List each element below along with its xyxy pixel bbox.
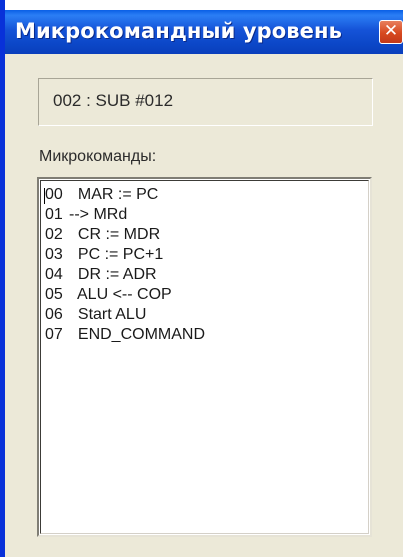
microcommand-window: Микрокомандный уровень ✕ 002 : SUB #012 …	[0, 0, 403, 557]
microcommand-number: 01	[45, 206, 63, 223]
microcommand-text: Start ALU	[69, 306, 147, 323]
microcommand-text: --> MRd	[69, 206, 128, 223]
microcommand-number: 04	[45, 266, 63, 283]
microcommands-list-inner: 00 MAR := PC 01 --> MRd 02 CR := MDR 03 …	[40, 180, 369, 534]
microcommand-number: 07	[45, 326, 63, 343]
microcommand-number: 00	[45, 186, 63, 203]
microcommand-text: ALU <-- COP	[69, 286, 172, 303]
title-bar[interactable]: Микрокомандный уровень ✕	[5, 10, 403, 54]
microcommand-number: 02	[45, 226, 63, 243]
microcommand-number: 05	[45, 286, 63, 303]
current-command-text: 002 : SUB #012	[53, 91, 174, 110]
microcommand-number: 06	[45, 306, 63, 323]
microcommands-list[interactable]: 00 MAR := PC 01 --> MRd 02 CR := MDR 03 …	[37, 177, 372, 537]
microcommand-text: DR := ADR	[69, 266, 157, 283]
microcommand-text: CR := MDR	[69, 226, 161, 243]
microcommand-text: PC := PC+1	[69, 246, 164, 263]
microcommand-text: END_COMMAND	[69, 326, 206, 343]
window-title: Микрокомандный уровень	[15, 19, 343, 43]
current-command-field: 002 : SUB #012	[38, 78, 373, 126]
close-button[interactable]: ✕	[379, 20, 403, 44]
microcommand-number: 03	[45, 246, 63, 263]
microcommand-text: MAR := PC	[69, 186, 159, 203]
microcommands-label: Микрокоманды:	[39, 148, 157, 165]
window-top-edge	[5, 0, 403, 10]
